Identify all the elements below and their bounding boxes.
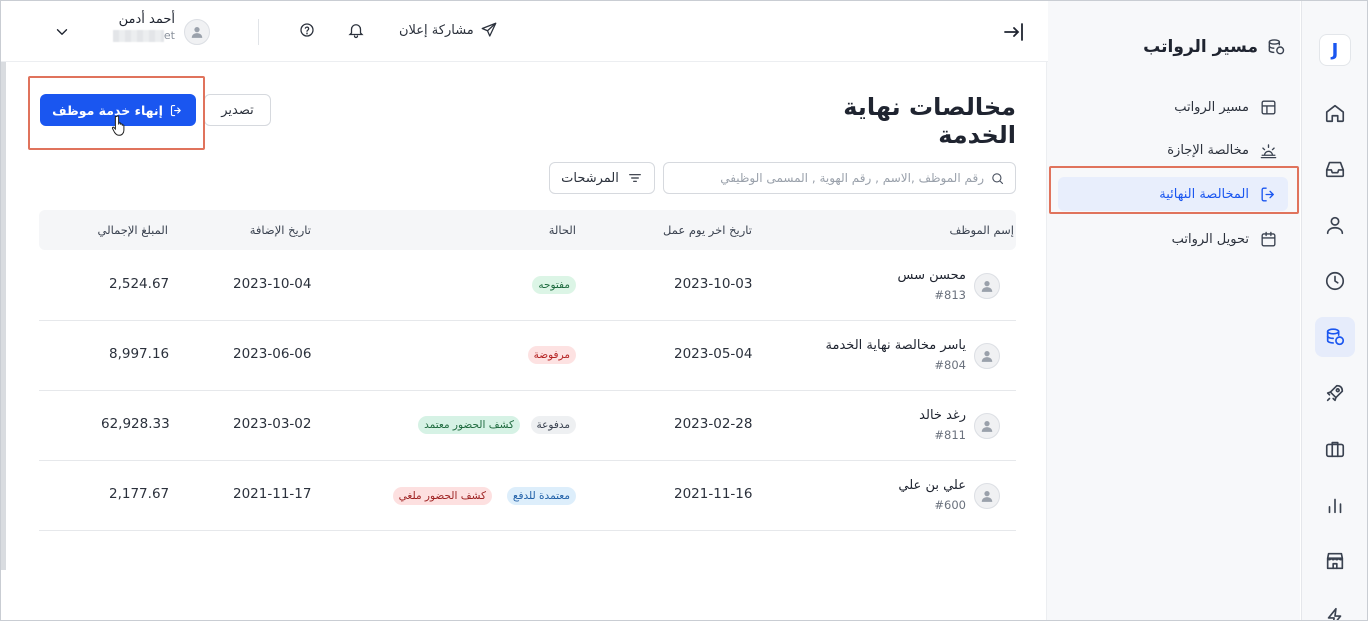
user-email: et [113,29,175,42]
share-ad-label: مشاركة إعلان [399,22,474,38]
table-row[interactable]: رغد خالد #811 2023-02-28 مدفوعة كشف الحض… [39,391,1016,461]
last-day-cell: 2021-11-16 [674,486,753,502]
sidebar-item-payroll[interactable]: مسير الرواتب [1058,90,1288,124]
chevron-down-icon[interactable] [53,23,71,41]
sidebar-item-label: مسير الرواتب [1174,99,1249,115]
last-day-cell: 2023-10-03 [674,276,753,292]
table-icon [1261,99,1276,115]
redacted-text [113,29,164,42]
status-badge: مفتوحه [532,276,576,294]
user-avatar[interactable] [184,19,210,45]
filters-label: المرشحات [561,170,619,186]
coins-icon [1268,39,1285,55]
employee-avatar [974,343,1000,369]
sidebar-item-label: مخالصة الإجازة [1167,142,1249,158]
search-box[interactable] [663,162,1016,194]
total-amount-cell: 8,997.16 [109,346,170,362]
sidebar-item-leave-settlement[interactable]: مخالصة الإجازة [1058,133,1288,167]
employee-name[interactable]: علي بن علي [898,478,966,493]
column-header-last-day[interactable]: تاريخ اخر يوم عمل [663,223,752,237]
sidebar-title-text: مسير الرواتب [1143,37,1258,57]
user-email-suffix: et [163,29,175,42]
inbox-icon[interactable] [1315,149,1355,189]
added-date-cell: 2023-03-02 [233,416,312,432]
divider [258,19,259,45]
payroll-sidebar: مسير الرواتب مسير الرواتب مخالصة الإجازة… [1046,1,1300,620]
column-header-added[interactable]: تاريخ الإضافة [250,223,311,237]
status-badge: مدفوعة [530,416,576,434]
employee-id: #813 [934,288,966,302]
user-menu[interactable]: أحمد أدمن et [113,12,175,42]
column-header-employee[interactable]: إسم الموظف [950,223,1015,237]
sidebar-item-salary-transfer[interactable]: تحويل الرواتب [1058,222,1288,256]
added-date-cell: 2023-10-04 [233,276,312,292]
table-header: إسم الموظف تاريخ اخر يوم عمل الحالة تاري… [39,210,1016,250]
coins-icon[interactable] [1315,317,1355,357]
app-logo[interactable]: J [1319,34,1351,66]
employee-avatar [974,413,1000,439]
top-bar: مشاركة إعلان أحمد أدمن et [1,1,1048,62]
employee-id: #804 [934,358,966,372]
table-row[interactable]: ياسر مخالصة نهاية الخدمة #804 2023-05-04… [39,321,1016,391]
calendar-icon [1261,231,1276,247]
highlight-box [28,76,205,150]
briefcase-icon[interactable] [1315,429,1355,469]
rocket-icon[interactable] [1315,373,1355,413]
attendance-badge: كشف الحضور معتمد [418,416,520,434]
last-day-cell: 2023-02-28 [674,416,753,432]
employee-avatar [974,273,1000,299]
sidebar-title: مسير الرواتب [1143,37,1286,57]
page-title: مخالصات نهاية الخدمة [843,93,1016,149]
table-row[interactable]: محسن سس #813 2023-10-03 مفتوحه 2023-10-0… [39,251,1016,321]
app-window: J مسير الرواتب مسير الرواتب مخالصة الإجا… [0,0,1368,621]
highlight-box [1049,166,1299,214]
attendance-badge: كشف الحضور ملغي [392,487,492,505]
status-badge: مرفوضة [527,346,576,364]
export-button[interactable]: تصدير [204,94,271,126]
user-name: أحمد أدمن [118,12,175,27]
chart-icon[interactable] [1315,485,1355,525]
total-amount-cell: 2,524.67 [109,276,170,292]
sunset-icon [1260,143,1277,158]
filter-icon [628,174,641,182]
filters-button[interactable]: المرشحات [549,162,655,194]
bell-icon[interactable] [347,21,367,41]
search-input[interactable] [684,171,984,185]
column-header-total[interactable]: المبلغ الإجمالي [97,223,168,237]
store-icon[interactable] [1315,541,1355,581]
employee-name[interactable]: ياسر مخالصة نهاية الخدمة [826,338,966,353]
added-date-cell: 2023-06-06 [233,346,312,362]
status-badge: معتمدة للدفع [506,487,576,505]
last-day-cell: 2023-05-04 [674,346,753,362]
employee-id: #600 [934,498,966,512]
bolt-icon[interactable] [1315,597,1355,620]
employee-name[interactable]: رغد خالد [919,408,966,423]
scroll-edge [1,62,6,570]
home-icon[interactable] [1315,93,1355,133]
share-ad-button[interactable]: مشاركة إعلان [399,21,498,39]
hand-cursor-icon [111,115,125,136]
send-icon [481,22,497,37]
employee-avatar [974,483,1000,509]
icon-rail: J [1301,1,1367,620]
sidebar-item-label: تحويل الرواتب [1171,231,1249,247]
column-header-status[interactable]: الحالة [549,223,576,237]
employee-name[interactable]: محسن سس [898,268,966,283]
added-date-cell: 2021-11-17 [233,486,312,502]
table-row[interactable]: علي بن علي #600 2021-11-16 معتمدة للدفع … [39,461,1016,531]
help-icon[interactable] [298,21,318,41]
total-amount-cell: 62,928.33 [101,416,170,432]
total-amount-cell: 2,177.67 [109,486,170,502]
clock-icon[interactable] [1315,261,1355,301]
employee-id: #811 [934,428,966,442]
collapse-sidebar-icon[interactable] [1002,20,1026,44]
search-icon [992,172,1004,184]
user-icon[interactable] [1315,205,1355,245]
